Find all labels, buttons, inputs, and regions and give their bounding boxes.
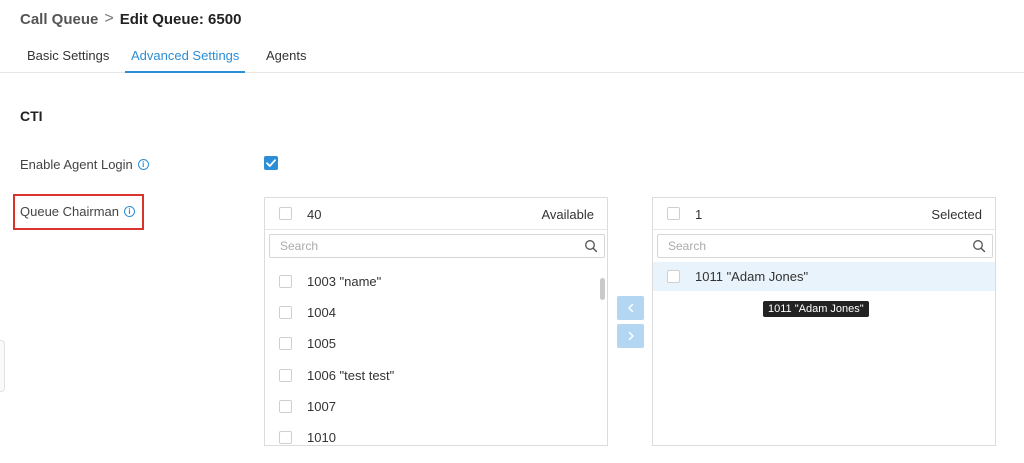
available-search-input[interactable] [270,235,570,257]
list-item-label: 1003 "name" [307,274,382,290]
list-item-checkbox[interactable] [279,275,292,289]
breadcrumb-call-queue-link[interactable]: Call Queue [20,11,98,28]
available-panel: 40 Available 1003 "name" 1004 1005 1006 … [264,197,608,446]
list-item[interactable]: 1011 "Adam Jones" [653,262,995,291]
selected-search-input[interactable] [658,235,958,257]
side-drawer-handle[interactable] [0,340,5,392]
enable-agent-login-label: Enable Agent Login i [20,157,149,172]
selected-panel-header: 1 Selected [653,198,995,230]
queue-chairman-label: Queue Chairman i [20,204,135,219]
list-item[interactable]: 1005 [265,328,607,359]
selected-panel: 1 Selected 1011 "Adam Jones" [652,197,996,446]
tab-basic-settings[interactable]: Basic Settings [27,48,109,71]
breadcrumb-separator: > [104,10,114,27]
list-item[interactable]: 1010 [265,422,607,446]
tab-bar: Basic Settings Advanced Settings Agents [0,40,1024,73]
list-item[interactable]: 1006 "test test" [265,360,607,391]
list-item-label: 1005 [307,336,336,352]
available-panel-header: 40 Available [265,198,607,230]
list-item-label: 1010 [307,430,336,446]
info-icon[interactable]: i [124,206,135,217]
list-item-checkbox[interactable] [279,337,292,351]
available-search-box [269,234,605,258]
list-item-checkbox[interactable] [279,306,292,320]
queue-chairman-text: Queue Chairman [20,204,119,219]
list-item-checkbox[interactable] [279,399,292,413]
list-item-checkbox[interactable] [279,368,292,382]
search-icon[interactable] [972,239,986,253]
list-item[interactable]: 1003 "name" [265,266,607,297]
list-item-checkbox[interactable] [279,431,292,445]
list-item-label: 1007 [307,398,336,414]
search-icon[interactable] [584,239,598,253]
enable-agent-login-checkbox[interactable] [264,156,278,170]
available-select-all-checkbox[interactable] [279,207,292,220]
move-left-button[interactable] [617,296,644,320]
page-title: Edit Queue: 6500 [119,10,242,28]
chevron-left-icon [627,303,633,313]
checkmark-icon [266,159,276,167]
selected-list: 1011 "Adam Jones" [653,262,995,291]
list-item[interactable]: 1004 [265,297,607,328]
selected-select-all-checkbox[interactable] [667,207,680,220]
tab-agents[interactable]: Agents [266,48,306,71]
available-list: 1003 "name" 1004 1005 1006 "test test" 1… [265,266,607,446]
chevron-right-icon [628,331,634,341]
list-item-label: 1004 [307,305,336,321]
enable-agent-login-text: Enable Agent Login [20,157,133,172]
selected-search-box [657,234,993,258]
list-item-checkbox[interactable] [667,270,680,283]
selected-panel-title: Selected [931,207,982,222]
list-item-label: 1011 "Adam Jones" [695,269,809,284]
move-right-button[interactable] [617,324,644,348]
available-list-scrollbar[interactable] [600,278,605,300]
info-icon[interactable]: i [137,159,149,170]
selected-count: 1 [695,207,703,222]
available-count: 40 [307,207,322,222]
section-title-cti: CTI [20,108,43,124]
tooltip: 1011 "Adam Jones" [763,301,869,317]
breadcrumb: Call Queue > Edit Queue: 6500 [20,10,241,28]
available-panel-title: Available [541,207,594,222]
list-item[interactable]: 1007 [265,391,607,422]
tab-advanced-settings[interactable]: Advanced Settings [125,48,246,73]
list-item-label: 1006 "test test" [307,367,395,383]
